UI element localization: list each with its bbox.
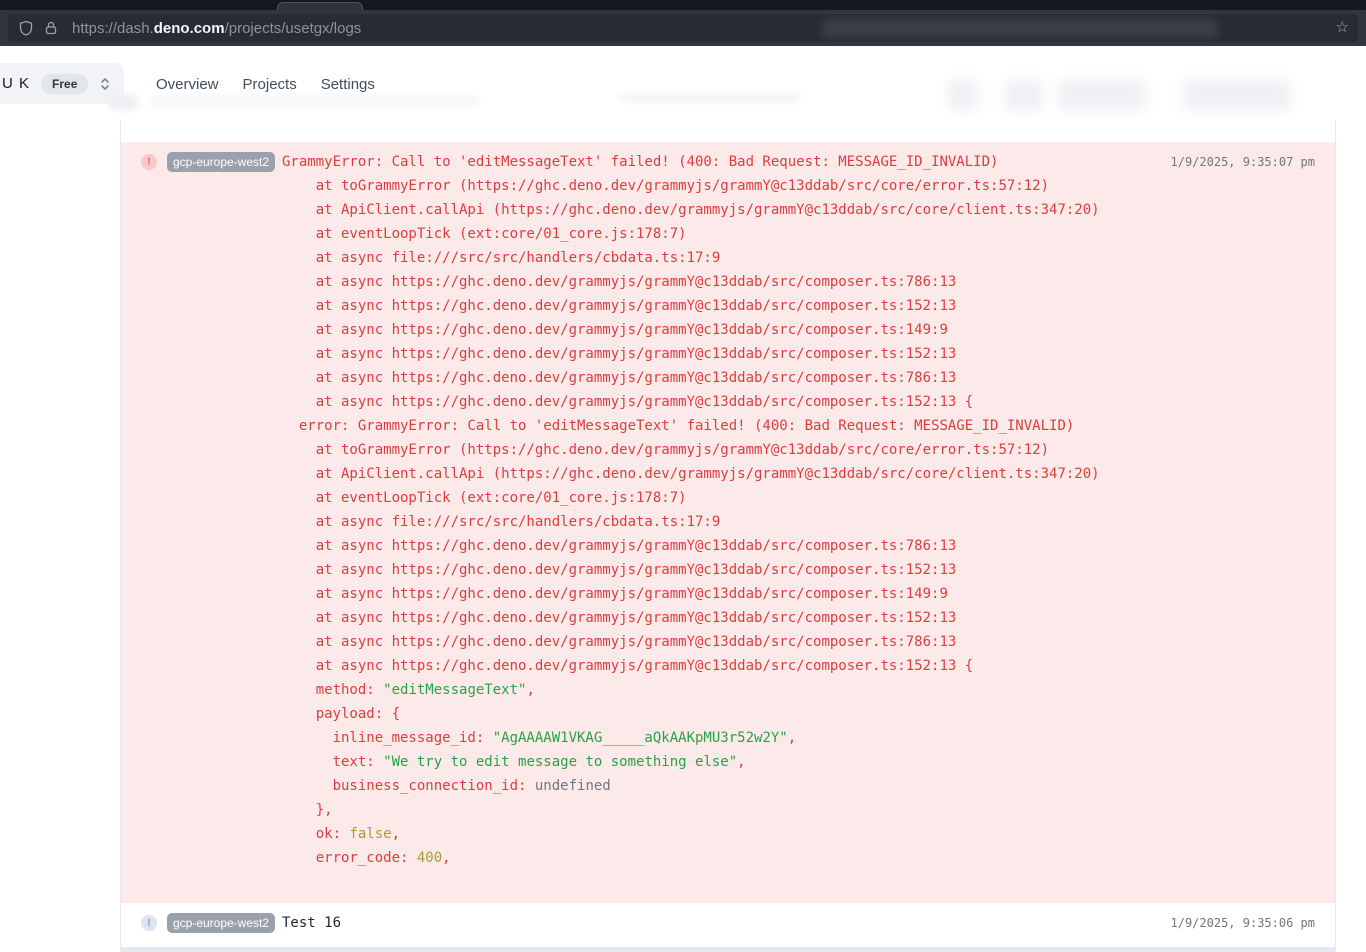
redacted-control — [1058, 80, 1146, 110]
url-domain: deno.com — [154, 20, 225, 37]
tab-overview[interactable]: Overview — [156, 76, 219, 93]
chevron-up-down-icon — [99, 76, 111, 92]
log-timestamp: 1/9/2025, 9:35:07 pm — [1171, 150, 1316, 174]
log-entries: ! gcp-europe-west2 GrammyError: Call to 'e… — [121, 142, 1335, 945]
tab-projects[interactable]: Projects — [243, 76, 297, 93]
log-message: Test 16 — [282, 911, 1161, 935]
plan-badge: Free — [41, 74, 88, 94]
next-row-edge — [121, 947, 1335, 952]
url-text: https://dash.deno.com/projects/usetgx/lo… — [72, 20, 361, 37]
url-bar[interactable]: https://dash.deno.com/projects/usetgx/lo… — [8, 14, 1358, 42]
log-timestamp: 1/9/2025, 9:35:06 pm — [1171, 911, 1316, 935]
bookmark-star-icon[interactable]: ☆ — [1336, 18, 1349, 38]
nav-tabs: Overview Projects Settings — [156, 76, 375, 93]
redacted-control — [948, 80, 978, 110]
error-level-icon: ! — [141, 154, 157, 170]
project-selector[interactable]: U K Free — [0, 63, 124, 104]
log-message: GrammyError: Call to 'editMessageText' f… — [282, 150, 1161, 870]
browser-toolbar: https://dash.deno.com/projects/usetgx/lo… — [0, 10, 1366, 46]
url-path: /projects/usetgx/logs — [225, 20, 362, 37]
log-entry: ! gcp-europe-west2 Test 16 1/9/2025, 9:35:0… — [121, 903, 1335, 945]
info-level-icon: ! — [141, 915, 157, 931]
browser-tab[interactable] — [277, 2, 363, 10]
browser-tabstrip — [0, 0, 1366, 10]
logs-panel: ! gcp-europe-west2 GrammyError: Call to 'e… — [120, 120, 1336, 952]
redacted-filter — [620, 94, 800, 102]
shield-icon[interactable] — [18, 20, 34, 36]
url-prefix: https://dash. — [72, 20, 154, 37]
redacted-control — [1005, 80, 1043, 110]
lock-icon[interactable] — [43, 20, 59, 36]
redacted-control — [1183, 80, 1291, 110]
org-name: U K — [2, 75, 30, 92]
log-spacer-row — [121, 120, 1335, 142]
region-badge: gcp-europe-west2 — [167, 152, 275, 172]
log-entry: ! gcp-europe-west2 GrammyError: Call to 'e… — [121, 142, 1335, 903]
redacted-filter — [150, 96, 480, 106]
redacted-filter — [108, 94, 138, 110]
redacted-url-text — [822, 19, 1218, 38]
region-badge: gcp-europe-west2 — [167, 913, 275, 933]
app-header: U K Free Overview Projects Settings — [0, 46, 1366, 120]
tab-settings[interactable]: Settings — [321, 76, 375, 93]
